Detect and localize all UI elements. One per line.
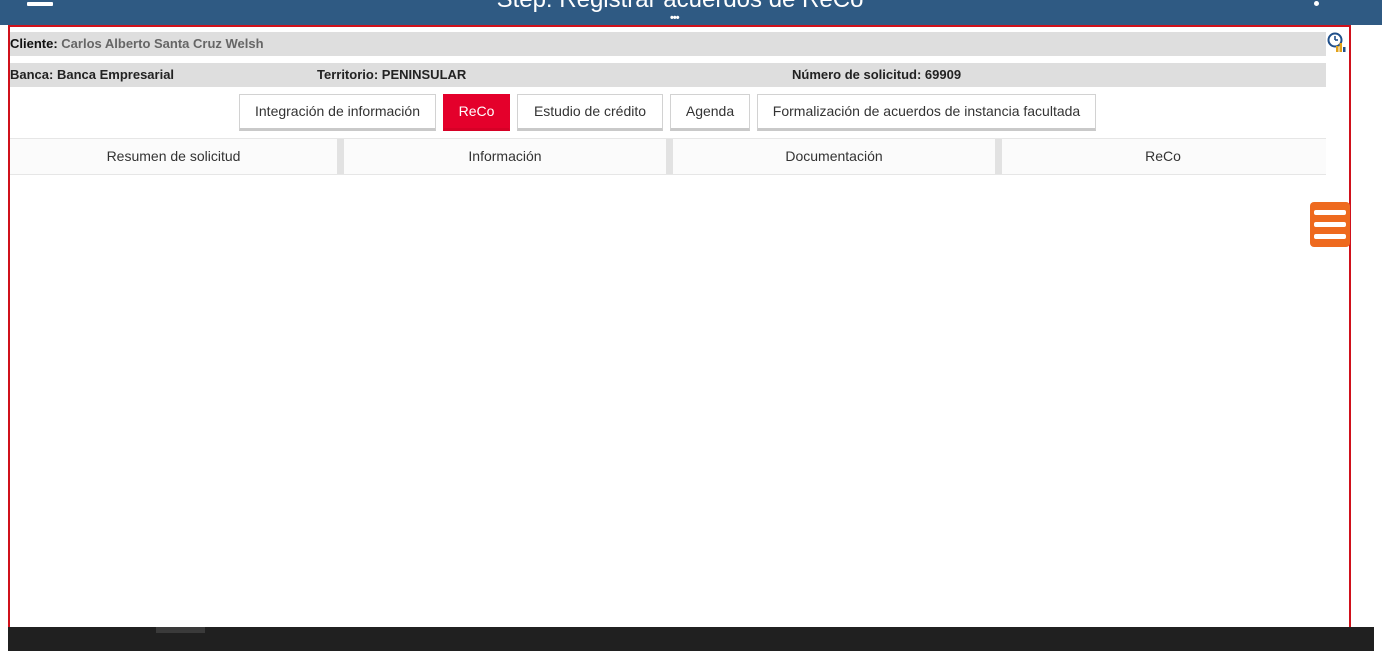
subtab-divider xyxy=(995,139,1002,174)
app-header: Step: Registrar acuerdos de ReCo ••• xyxy=(0,0,1382,25)
banca-value: Banca Empresarial xyxy=(56,67,175,82)
clock-chart-icon[interactable] xyxy=(1326,31,1348,53)
solicitud-value: 69909 xyxy=(924,67,962,82)
ellipsis-icon[interactable]: ••• xyxy=(670,13,680,24)
tab-agenda[interactable]: Agenda xyxy=(670,94,750,131)
client-label: Cliente: xyxy=(10,36,58,51)
subtab-resumen[interactable]: Resumen de solicitud xyxy=(10,139,337,174)
client-row: Cliente: Carlos Alberto Santa Cruz Welsh xyxy=(10,32,1326,56)
subtab-documentacion[interactable]: Documentación xyxy=(673,139,995,174)
menu-list-icon[interactable] xyxy=(1310,202,1350,247)
subtab-divider xyxy=(337,139,344,174)
tab-estudio-credito[interactable]: Estudio de crédito xyxy=(517,94,663,131)
territorio-label: Territorio: xyxy=(317,67,379,82)
banca-field: Banca: Banca Empresarial xyxy=(10,63,174,87)
tab-formalizacion[interactable]: Formalización de acuerdos de instancia f… xyxy=(757,94,1096,131)
tab-integracion[interactable]: Integración de información xyxy=(239,94,436,131)
tab-reco[interactable]: ReCo xyxy=(443,94,510,131)
kebab-icon[interactable] xyxy=(1314,1,1319,6)
taskbar-item[interactable] xyxy=(156,627,205,633)
taskbar xyxy=(8,627,1374,651)
client-value: Carlos Alberto Santa Cruz Welsh xyxy=(61,36,264,51)
client-field: Cliente: Carlos Alberto Santa Cruz Welsh xyxy=(10,32,264,56)
info-row: Banca: Banca Empresarial Territorio: PEN… xyxy=(10,63,1326,87)
page-title: Step: Registrar acuerdos de ReCo xyxy=(0,0,1360,14)
solicitud-field: Número de solicitud: 69909 xyxy=(792,63,961,87)
subtab-reco[interactable]: ReCo xyxy=(1002,139,1324,174)
territorio-value: PENINSULAR xyxy=(381,67,467,82)
banca-label: Banca: xyxy=(10,67,54,82)
sub-tabs: Resumen de solicitud Información Documen… xyxy=(10,138,1326,175)
main-panel: Cliente: Carlos Alberto Santa Cruz Welsh… xyxy=(8,25,1351,629)
solicitud-label: Número de solicitud: xyxy=(792,67,922,82)
subtab-divider xyxy=(666,139,673,174)
subtab-informacion[interactable]: Información xyxy=(344,139,666,174)
territorio-field: Territorio: PENINSULAR xyxy=(317,63,466,87)
